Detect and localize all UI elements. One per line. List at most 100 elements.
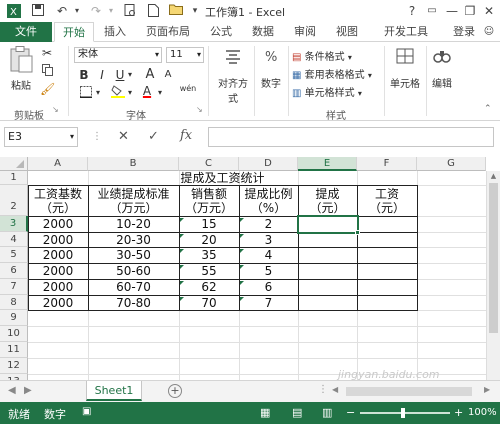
font-launcher-icon[interactable]: ↘ — [196, 105, 203, 114]
font-name-select[interactable]: 宋体 ▾ — [74, 47, 162, 63]
minimize-button[interactable]: — — [444, 3, 460, 19]
font-color-dropdown-icon[interactable]: ▾ — [158, 88, 162, 97]
previous-sheet-icon[interactable]: ◀ — [8, 385, 16, 396]
data-cell[interactable]: 6 — [239, 280, 298, 295]
data-cell[interactable]: 62 — [179, 280, 239, 295]
error-indicator-icon[interactable] — [240, 249, 244, 253]
data-cell[interactable]: 20-30 — [88, 233, 179, 247]
new-sheet-button[interactable]: + — [168, 384, 182, 398]
ribbon-display-options-icon[interactable]: ▭ — [424, 3, 440, 19]
border-icon[interactable] — [78, 86, 94, 101]
scroll-right-icon[interactable]: ▶ — [484, 385, 490, 394]
data-cell[interactable]: 4 — [239, 248, 298, 263]
header-cell[interactable]: 提成 （元） — [298, 187, 357, 215]
error-indicator-icon[interactable] — [180, 281, 184, 285]
error-indicator-icon[interactable] — [240, 297, 244, 301]
row-header[interactable]: 4 — [0, 232, 28, 247]
error-indicator-icon[interactable] — [240, 265, 244, 269]
column-header[interactable]: B — [88, 157, 179, 171]
underline-dropdown-icon[interactable]: ▾ — [128, 70, 132, 79]
column-header[interactable]: F — [357, 157, 417, 171]
border-dropdown-icon[interactable]: ▾ — [96, 88, 100, 97]
zoom-level[interactable]: 100% — [468, 407, 497, 418]
help-button[interactable]: ? — [404, 3, 420, 19]
phonetic-guide-button[interactable]: wén — [176, 84, 200, 93]
column-header[interactable]: E — [298, 157, 357, 171]
paste-button[interactable]: 粘贴 — [6, 46, 36, 94]
cells-button[interactable]: 单元格 — [388, 48, 422, 90]
error-indicator-icon[interactable] — [180, 218, 184, 222]
data-cell[interactable]: 55 — [179, 264, 239, 279]
fill-handle[interactable] — [355, 230, 360, 235]
active-cell-selection[interactable] — [297, 215, 359, 234]
error-indicator-icon[interactable] — [240, 234, 244, 238]
row-header[interactable]: 11 — [0, 342, 28, 358]
italic-button[interactable]: I — [96, 68, 108, 82]
close-button[interactable]: ✕ — [481, 3, 497, 19]
tab-split-icon[interactable]: ⋮ — [318, 384, 328, 395]
select-all-corner[interactable] — [0, 157, 28, 171]
data-cell[interactable]: 2000 — [28, 217, 88, 232]
tab-home[interactable]: 开始 — [54, 22, 94, 42]
collapse-ribbon-icon[interactable]: ⌃ — [484, 104, 492, 114]
vertical-scrollbar[interactable]: ▲ — [486, 171, 500, 380]
header-cell[interactable]: 工资 （元） — [357, 187, 417, 215]
column-header[interactable]: A — [28, 157, 88, 171]
shrink-font-button[interactable]: A — [162, 69, 174, 80]
row-header[interactable]: 10 — [0, 326, 28, 342]
open-folder-icon[interactable] — [168, 4, 184, 18]
header-cell[interactable]: 工资基数 （元） — [28, 187, 88, 215]
data-cell[interactable]: 60-70 — [88, 280, 179, 295]
header-cell[interactable]: 销售额 （万元） — [179, 187, 239, 215]
cut-icon[interactable]: ✂ — [40, 46, 54, 60]
column-header[interactable]: C — [179, 157, 239, 171]
editing-button[interactable]: 编辑 — [430, 48, 454, 90]
data-cell[interactable]: 3 — [239, 233, 298, 247]
user-icon[interactable]: ☺ — [482, 22, 496, 42]
data-cell[interactable]: 2000 — [28, 296, 88, 310]
data-cell[interactable]: 5 — [239, 264, 298, 279]
zoom-slider[interactable] — [360, 408, 450, 418]
redo-icon[interactable]: ↷ — [88, 4, 104, 18]
data-cell[interactable]: 15 — [179, 217, 239, 232]
data-cell[interactable]: 50-60 — [88, 264, 179, 279]
macro-record-icon[interactable]: ▣ — [82, 406, 91, 417]
row-header[interactable]: 3 — [0, 216, 28, 232]
data-cell[interactable]: 2000 — [28, 233, 88, 247]
name-box[interactable]: E3 ▾ — [4, 127, 78, 147]
data-cell[interactable]: 35 — [179, 248, 239, 263]
data-cell[interactable]: 70 — [179, 296, 239, 310]
header-cell[interactable]: 提成比例 （%） — [239, 187, 298, 215]
tab-formulas[interactable]: 公式 — [204, 22, 238, 42]
font-size-select[interactable]: 11 ▾ — [166, 47, 204, 63]
new-document-icon[interactable] — [145, 4, 161, 18]
fill-color-dropdown-icon[interactable]: ▾ — [128, 88, 132, 97]
bold-button[interactable]: B — [78, 68, 90, 82]
data-cell[interactable]: 30-50 — [88, 248, 179, 263]
row-header[interactable]: 7 — [0, 279, 28, 295]
error-indicator-icon[interactable] — [180, 265, 184, 269]
page-layout-view-icon[interactable]: ▤ — [292, 406, 302, 419]
format-as-table-button[interactable]: ▦ 套用表格格式 ▾ — [292, 66, 378, 81]
row-header[interactable]: 9 — [0, 310, 28, 326]
save-icon[interactable] — [30, 4, 46, 18]
cancel-entry-button[interactable]: ✕ — [118, 129, 129, 144]
data-cell[interactable]: 10-20 — [88, 217, 179, 232]
tab-developer[interactable]: 开发工具 — [376, 22, 436, 42]
confirm-entry-button[interactable]: ✓ — [148, 129, 159, 144]
error-indicator-icon[interactable] — [180, 234, 184, 238]
error-indicator-icon[interactable] — [240, 218, 244, 222]
alignment-button[interactable]: 对齐方式 — [214, 48, 252, 105]
sheet-tab-sheet1[interactable]: Sheet1 — [86, 381, 142, 401]
grow-font-button[interactable]: A — [144, 67, 156, 82]
copy-icon[interactable] — [40, 64, 54, 79]
tab-data[interactable]: 数据 — [246, 22, 280, 42]
data-cell[interactable]: 20 — [179, 233, 239, 247]
data-cell[interactable]: 2000 — [28, 264, 88, 279]
error-indicator-icon[interactable] — [180, 249, 184, 253]
underline-button[interactable]: U — [114, 68, 126, 82]
row-header[interactable]: 12 — [0, 358, 28, 374]
row-header[interactable]: 2 — [0, 185, 28, 216]
redo-dropdown-icon[interactable]: ▾ — [106, 4, 116, 18]
tab-review[interactable]: 审阅 — [288, 22, 322, 42]
